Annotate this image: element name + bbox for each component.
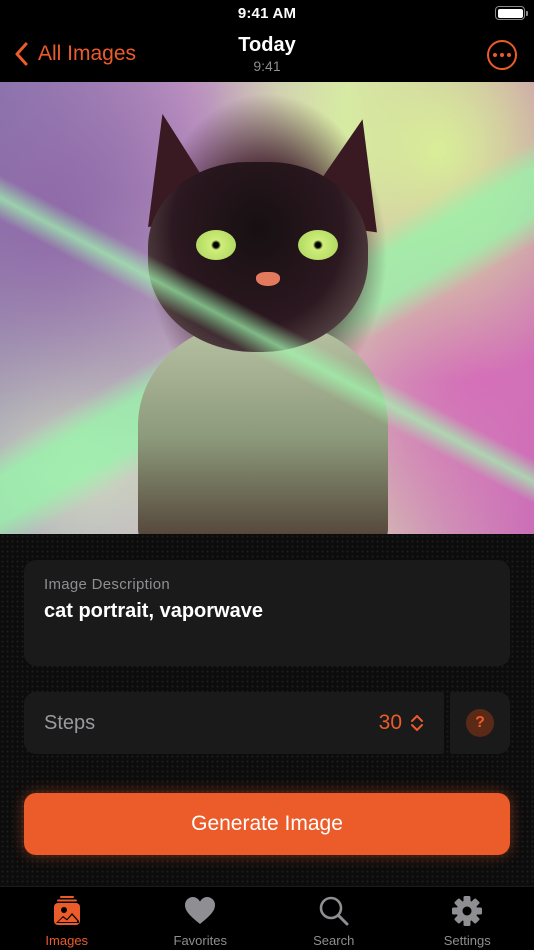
page-subtitle: 9:41: [253, 58, 281, 74]
ellipsis-dot: [500, 53, 504, 57]
nav-title-group: Today 9:41: [0, 32, 534, 74]
battery-nub: [526, 10, 528, 16]
battery-level: [497, 8, 523, 18]
steps-picker[interactable]: Steps 30: [24, 692, 444, 754]
page-title: Today: [238, 34, 296, 56]
more-options-button[interactable]: [487, 40, 517, 70]
tab-bar: Images Favorites Search Settings: [0, 886, 534, 950]
battery-full-icon: [495, 6, 528, 20]
screen: 9:41 AM All Images Today 9:41 Image Desc…: [0, 0, 534, 950]
ellipsis-dot: [507, 53, 511, 57]
description-input[interactable]: cat portrait, vaporwave: [44, 598, 490, 624]
steps-value: 30: [378, 711, 402, 734]
tab-label: Favorites: [173, 933, 227, 948]
chevron-up-down-icon: [411, 715, 423, 731]
steps-label: Steps: [44, 711, 96, 734]
description-label: Image Description: [44, 576, 170, 593]
cat-eye-left: [196, 230, 236, 260]
tab-search[interactable]: Search: [267, 887, 401, 950]
tab-label: Search: [313, 933, 355, 948]
question-mark-icon: ?: [466, 709, 494, 737]
generated-image[interactable]: [0, 82, 534, 534]
tab-label: Settings: [443, 933, 491, 948]
magnifying-glass-icon: [319, 896, 349, 926]
heart-icon: [185, 897, 216, 924]
ellipsis-circle-icon: [493, 53, 497, 57]
photo-stack-icon: [53, 896, 80, 925]
generate-image-button[interactable]: Generate Image: [24, 793, 510, 855]
navigation-bar: All Images Today 9:41: [0, 28, 534, 82]
steps-help-button[interactable]: ?: [450, 692, 510, 754]
generation-panel: Image Description cat portrait, vaporwav…: [0, 534, 534, 886]
gear-icon: [452, 896, 483, 926]
cat-eye-right: [298, 230, 338, 260]
tab-settings[interactable]: Settings: [401, 887, 534, 950]
cat-nose: [256, 272, 280, 286]
image-description-field[interactable]: Image Description cat portrait, vaporwav…: [24, 560, 510, 666]
tab-label: Images: [45, 933, 89, 948]
tab-images[interactable]: Images: [0, 887, 134, 950]
tab-favorites[interactable]: Favorites: [134, 887, 268, 950]
status-bar: 9:41 AM: [0, 0, 534, 28]
status-time: 9:41 AM: [237, 5, 297, 22]
